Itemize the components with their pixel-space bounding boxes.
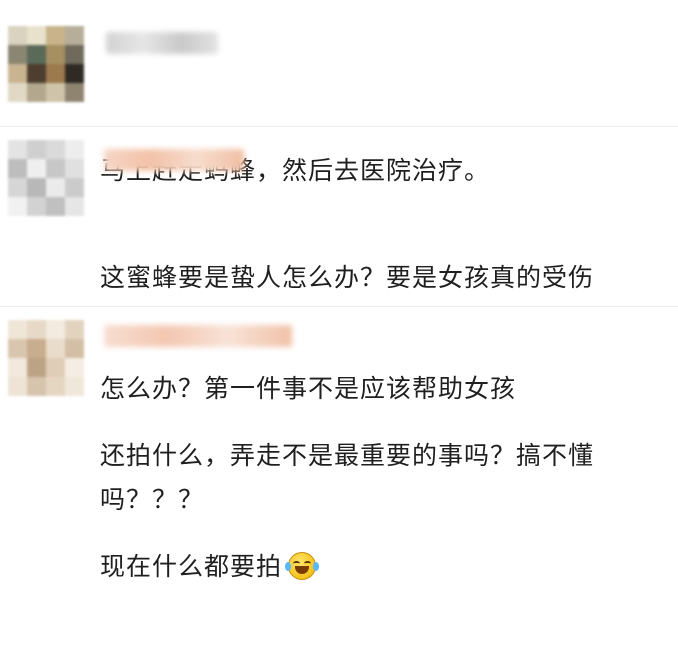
comment-3: 还拍什么，弄走不是最重要的事吗？搞不懂 现在什么都要拍 <box>0 307 678 581</box>
comment-line: 这蜜蜂要是蛰人怎么办？要是女孩真的受伤 <box>100 263 595 292</box>
crying-laughing-emoji <box>285 552 320 580</box>
comment-line: 现在什么都要拍 <box>100 548 594 585</box>
avatar[interactable] <box>8 320 84 396</box>
comment-1: 马上赶走蚂蜂，然后去医院治疗。 <box>0 0 678 185</box>
username-blurred[interactable] <box>104 325 292 347</box>
comment-line-text: 现在什么都要拍 <box>100 552 283 581</box>
comment-line: 还拍什么，弄走不是最重要的事吗？搞不懂 <box>100 441 595 470</box>
username-blurred[interactable] <box>104 149 244 171</box>
comment-2: 这蜜蜂要是蛰人怎么办？要是女孩真的受伤 怎么办？第一件事不是应该帮助女孩 吗？？… <box>0 127 678 514</box>
comment-text: 还拍什么，弄走不是最重要的事吗？搞不懂 现在什么都要拍 <box>100 363 594 659</box>
avatar[interactable] <box>8 26 84 102</box>
username-blurred[interactable] <box>106 32 218 54</box>
avatar[interactable] <box>8 140 84 216</box>
